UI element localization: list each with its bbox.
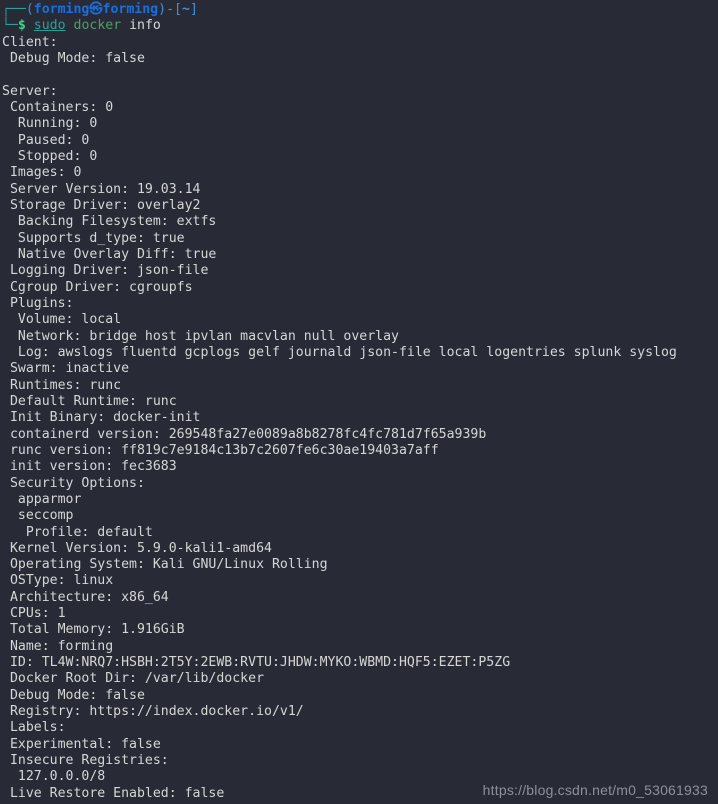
output-line: Stopped: 0 <box>2 148 98 164</box>
prompt-dash: - <box>166 2 175 17</box>
output-line: Logging Driver: json-file <box>2 263 209 279</box>
output-line: Volume: local <box>2 312 122 328</box>
command-output: Client: Debug Mode: false Server: Contain… <box>2 35 718 802</box>
prompt-frame-bottom: └─ <box>2 18 18 34</box>
output-line: Storage Driver: overlay2 <box>2 197 201 213</box>
kali-dragon-icon: ㉿ <box>89 2 103 17</box>
prompt-frame-top: ┌── <box>2 2 26 17</box>
output-line: Runtimes: runc <box>2 377 122 393</box>
output-line: Debug Mode: false <box>2 50 145 66</box>
output-line: init version: fec3683 <box>2 459 177 475</box>
output-line: CPUs: 1 <box>2 606 66 622</box>
output-line: Paused: 0 <box>2 132 90 148</box>
prompt-dollar-sign: $ <box>17 18 26 34</box>
output-line: Native Overlay Diff: true <box>2 246 217 262</box>
output-line: Total Memory: 1.916GiB <box>2 622 185 638</box>
output-line: Swarm: inactive <box>2 361 130 377</box>
output-line: Plugins: <box>2 295 74 311</box>
output-line: Security Options: <box>2 475 145 491</box>
output-line: Insecure Registries: <box>2 753 169 769</box>
output-line: apparmor <box>2 491 82 507</box>
output-line: Name: forming <box>2 638 114 654</box>
output-line: Docker Root Dir: /var/lib/docker <box>2 671 265 687</box>
prompt-line-top: ┌──(forming㉿forming)-[~] <box>2 2 718 18</box>
command-space-2 <box>66 18 74 33</box>
output-line: Registry: https://index.docker.io/v1/ <box>2 704 304 720</box>
command-sudo: sudo <box>33 18 66 34</box>
output-line: Kernel Version: 5.9.0-kali1-amd64 <box>2 540 272 556</box>
command-info-arg: info <box>129 18 161 34</box>
prompt-line-command[interactable]: └─$ sudo docker info <box>2 18 718 34</box>
output-line: Containers: 0 <box>2 99 114 115</box>
command-space-3 <box>121 18 129 33</box>
terminal-screen: ┌──(forming㉿forming)-[~] └─$ sudo docker… <box>0 0 718 802</box>
prompt-open-bracket: [ <box>174 2 182 17</box>
prompt-close-paren: ) <box>158 2 167 17</box>
output-line: Init Binary: docker-init <box>2 410 201 426</box>
command-space <box>26 18 34 33</box>
output-line: ID: TL4W:NRQ7:HSBH:2T5Y:2EWB:RVTU:JHDW:M… <box>2 655 511 671</box>
output-line: Profile: default <box>2 524 153 540</box>
output-line: Debug Mode: false <box>2 687 145 703</box>
prompt-close-bracket: ] <box>189 2 198 17</box>
prompt-open-paren: ( <box>25 2 34 17</box>
output-line: seccomp <box>2 508 74 524</box>
output-line: containerd version: 269548fa27e0089a8b82… <box>2 426 487 442</box>
command-docker: docker <box>73 18 122 34</box>
prompt-host: forming <box>102 2 159 17</box>
output-line: Server: <box>2 83 58 99</box>
output-line: Running: 0 <box>2 116 98 132</box>
prompt-path: ~ <box>181 2 190 17</box>
prompt-user: forming <box>33 2 90 17</box>
output-line: Operating System: Kali GNU/Linux Rolling <box>2 557 328 573</box>
output-line: Supports d_type: true <box>2 230 185 246</box>
output-line: Backing Filesystem: extfs <box>2 214 217 230</box>
output-line: runc version: ff819c7e9184c13b7c2607fe6c… <box>2 442 439 458</box>
output-line: Server Version: 19.03.14 <box>2 181 201 197</box>
output-line: Log: awslogs fluentd gcplogs gelf journa… <box>2 344 677 360</box>
output-line: Labels: <box>2 720 66 736</box>
output-line: Cgroup Driver: cgroupfs <box>2 279 193 295</box>
output-line: Default Runtime: runc <box>2 393 177 409</box>
terminal-window[interactable]: ┌──(forming㉿forming)-[~] └─$ sudo docker… <box>0 0 718 804</box>
output-line: Network: bridge host ipvlan macvlan null… <box>2 328 399 344</box>
output-line: Images: 0 <box>2 165 82 181</box>
output-line: Client: <box>2 34 58 50</box>
watermark-url: https://blog.csdn.net/m0_53061933 <box>482 781 708 798</box>
output-line: Experimental: false <box>2 736 161 752</box>
output-line: OSType: linux <box>2 573 114 589</box>
output-line: Architecture: x86_64 <box>2 589 169 605</box>
